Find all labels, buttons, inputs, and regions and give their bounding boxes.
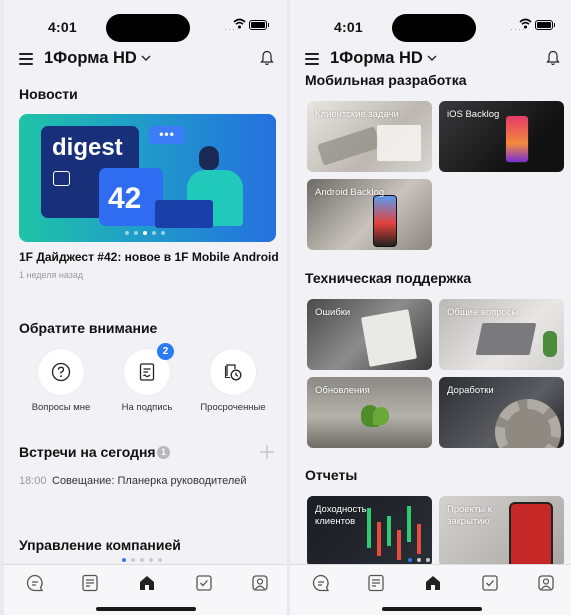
section-reports-heading: Отчеты <box>305 467 358 483</box>
tile-label: Android Backlog <box>315 187 385 198</box>
tasks-list-icon[interactable] <box>366 573 386 593</box>
action-questions[interactable]: Вопросы мне <box>18 349 104 413</box>
document-sign-icon <box>139 363 155 381</box>
news-item-title[interactable]: 1F Дайджест #42: новое в 1F Mobile Andro… <box>19 250 279 264</box>
status-bar: 4:01 ···· <box>290 0 571 50</box>
home-icon[interactable] <box>137 573 157 593</box>
meeting-time: 18:00 <box>19 475 47 487</box>
news-heading: Новости <box>19 86 78 102</box>
tile-label: Доходность клиентов <box>315 504 367 527</box>
tile-client-tasks[interactable]: Клиентские задачи <box>307 101 432 172</box>
battery-icon <box>535 20 555 30</box>
tile-errors[interactable]: Ошибки <box>307 299 432 370</box>
profile-icon[interactable] <box>250 573 270 593</box>
person-head <box>199 146 219 170</box>
action-to-sign[interactable]: 2 На подпись <box>104 343 190 413</box>
plus-icon[interactable] <box>260 445 274 459</box>
app-header: 1Форма HD <box>4 48 287 74</box>
checkbox-icon[interactable] <box>480 573 500 593</box>
chevron-down-icon[interactable] <box>427 54 437 62</box>
banner-number: 42 <box>108 182 142 215</box>
chat-icon[interactable] <box>311 573 331 593</box>
dynamic-island <box>106 14 190 42</box>
chat-bubble-icon: ••• <box>149 126 185 144</box>
tasks-list-icon[interactable] <box>80 573 100 593</box>
app-title[interactable]: 1Форма HD <box>330 49 423 68</box>
overdue-clock-icon <box>224 364 242 381</box>
banner-word: digest <box>52 134 123 161</box>
home-icon[interactable] <box>423 573 443 593</box>
page-indicator[interactable] <box>408 558 430 562</box>
app-title[interactable]: 1Форма HD <box>44 49 137 68</box>
dynamic-island <box>392 14 476 42</box>
tile-label: iOS Backlog <box>447 109 500 120</box>
meeting-title[interactable]: Совещание: Планерка руководителей <box>52 475 247 487</box>
digest-banner[interactable]: digest 42 ••• <box>19 114 276 242</box>
home-indicator[interactable] <box>96 607 196 611</box>
tile-updates[interactable]: Обновления <box>307 377 432 448</box>
tile-general-questions[interactable]: Общие вопросы <box>439 299 564 370</box>
phone-screen-home-news: 4:01 ···· 1Форма HD Новости digest 42 ••… <box>4 0 287 615</box>
company-heading: Управление компанией <box>19 537 181 553</box>
tile-label: Клиентские задачи <box>315 109 399 120</box>
laptop-illustration <box>155 200 213 228</box>
tile-improvements[interactable]: Доработки <box>439 377 564 448</box>
tile-label: Общие вопросы <box>447 307 519 318</box>
tile-label: Проекты к закрытию <box>447 504 492 527</box>
tile-ios-backlog[interactable]: iOS Backlog <box>439 101 564 172</box>
menu-icon[interactable] <box>305 53 319 65</box>
status-bar: 4:01 ···· <box>4 0 287 50</box>
bell-icon[interactable] <box>260 50 274 66</box>
tile-label: Обновления <box>315 385 370 396</box>
chevron-down-icon[interactable] <box>141 54 151 62</box>
chat-icon[interactable] <box>25 573 45 593</box>
menu-icon[interactable] <box>19 53 33 65</box>
action-overdue[interactable]: Просроченные <box>190 349 276 413</box>
phone-screen-home-processes: 4:01 ···· 1Форма HD Мобильная разработка… <box>290 0 571 615</box>
tile-android-backlog[interactable]: Android Backlog <box>307 179 432 250</box>
status-time: 4:01 <box>48 19 77 35</box>
news-item-subtitle: 1 неделя назад <box>19 270 84 280</box>
chart-icon <box>53 171 70 186</box>
status-time: 4:01 <box>334 19 363 35</box>
tile-client-revenue[interactable]: Доходность клиентов <box>307 496 432 567</box>
page-indicator[interactable] <box>122 558 162 562</box>
checkbox-icon[interactable] <box>194 573 214 593</box>
meetings-heading: Встречи на сегодня <box>19 444 156 460</box>
battery-icon <box>249 20 269 30</box>
meetings-count-badge: 1 <box>157 446 170 459</box>
tile-projects-to-close[interactable]: Проекты к закрытию <box>439 496 564 567</box>
wifi-icon <box>233 18 246 29</box>
wifi-icon <box>519 18 532 29</box>
banner-pager[interactable] <box>125 231 165 235</box>
action-label: Просроченные <box>200 402 266 413</box>
home-indicator[interactable] <box>382 607 482 611</box>
app-header: 1Форма HD <box>290 48 571 74</box>
to-sign-badge: 2 <box>157 343 174 360</box>
profile-icon[interactable] <box>536 573 556 593</box>
question-icon <box>51 362 71 382</box>
tile-label: Доработки <box>447 385 494 396</box>
section-mobile-dev-heading: Мобильная разработка <box>305 72 467 88</box>
section-support-heading: Техническая поддержка <box>305 270 472 286</box>
bell-icon[interactable] <box>546 50 560 66</box>
tile-label: Ошибки <box>315 307 351 318</box>
attention-heading: Обратите внимание <box>19 320 158 336</box>
action-label: На подпись <box>121 402 173 413</box>
action-label: Вопросы мне <box>31 402 91 413</box>
